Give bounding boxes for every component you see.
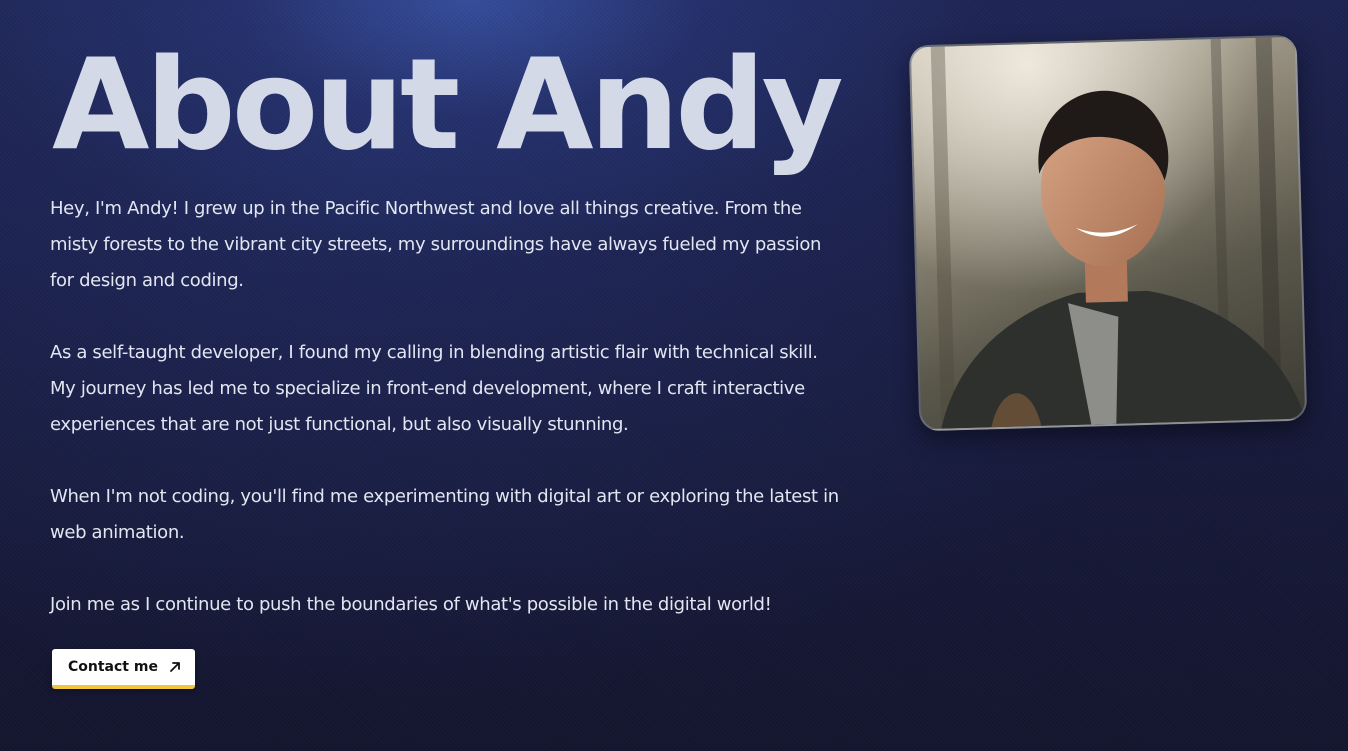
- bio-paragraph-3: When I'm not coding, you'll find me expe…: [50, 486, 839, 543]
- portrait-photo: [908, 34, 1308, 432]
- contact-me-button[interactable]: Contact me: [52, 649, 195, 689]
- bio-text: Hey, I'm Andy! I grew up in the Pacific …: [50, 191, 840, 623]
- arrow-up-right-icon: [168, 660, 182, 674]
- bio-paragraph-2: As a self-taught developer, I found my c…: [50, 342, 818, 435]
- bio-paragraph-1: Hey, I'm Andy! I grew up in the Pacific …: [50, 198, 822, 291]
- page-title: About Andy: [52, 31, 844, 178]
- contact-button-label: Contact me: [68, 659, 158, 675]
- bio-paragraph-4: Join me as I continue to push the bounda…: [50, 594, 772, 615]
